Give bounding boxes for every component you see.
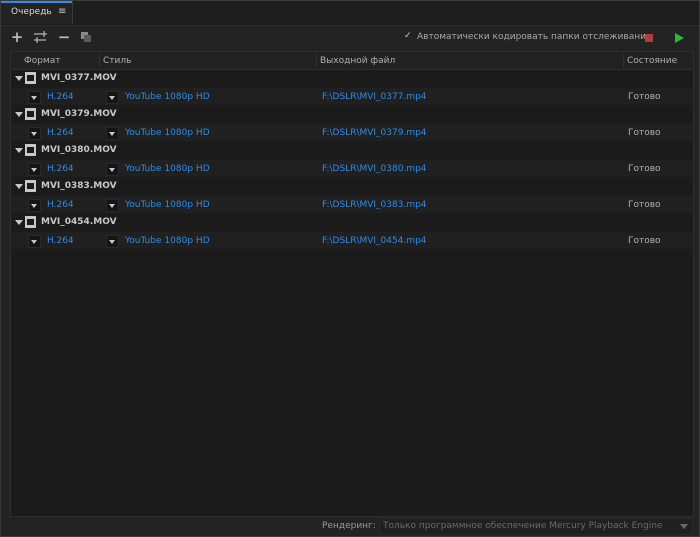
format-dropdown-icon[interactable] (28, 127, 41, 140)
video-file-icon (25, 72, 36, 84)
source-row[interactable]: MVI_0377.MOV (11, 70, 693, 87)
toolbar: + − ✓ Автоматически кодировать папки отс… (1, 26, 699, 50)
format-dropdown-icon[interactable] (28, 163, 41, 176)
output-file-link[interactable]: F:\DSLR\MVI_0383.mp4 (322, 200, 427, 210)
format-link[interactable]: H.264 (47, 164, 74, 174)
output-file-link[interactable]: F:\DSLR\MVI_0454.mp4 (322, 236, 427, 246)
queue-group: MVI_0379.MOV H.264 YouTube 1080p HD F:\D… (11, 106, 693, 142)
format-link[interactable]: H.264 (47, 236, 74, 246)
queue-header: Формат Стиль Выходной файл Состояние (11, 52, 693, 70)
source-name: MVI_0377.MOV (41, 73, 117, 83)
format-dropdown-icon[interactable] (28, 235, 41, 248)
status-text: Готово (628, 236, 661, 246)
status-text: Готово (628, 164, 661, 174)
column-divider[interactable] (623, 54, 624, 67)
auto-encode-checkbox[interactable]: ✓ (404, 31, 414, 41)
source-row[interactable]: MVI_0380.MOV (11, 142, 693, 159)
queue-group: MVI_0383.MOV H.264 YouTube 1080p HD F:\D… (11, 178, 693, 214)
status-text: Готово (628, 128, 661, 138)
output-file-link[interactable]: F:\DSLR\MVI_0379.mp4 (322, 128, 427, 138)
minus-icon[interactable]: − (57, 30, 71, 45)
status-text: Готово (628, 200, 661, 210)
column-output-header[interactable]: Выходной файл (320, 56, 395, 66)
footer-bar: Рендеринг: Только программное обеспечени… (1, 516, 699, 536)
column-divider[interactable] (316, 54, 317, 67)
auto-encode-label: Автоматически кодировать папки отслежива… (417, 32, 652, 42)
output-file-link[interactable]: F:\DSLR\MVI_0380.mp4 (322, 164, 427, 174)
video-file-icon (25, 108, 36, 120)
expand-triangle-icon[interactable] (15, 220, 23, 225)
preset-dropdown-icon[interactable] (106, 235, 119, 248)
plus-icon[interactable]: + (10, 30, 24, 45)
column-divider[interactable] (99, 54, 100, 67)
preset-dropdown-icon[interactable] (106, 127, 119, 140)
format-dropdown-icon[interactable] (28, 199, 41, 212)
source-name: MVI_0383.MOV (41, 181, 117, 191)
format-link[interactable]: H.264 (47, 92, 74, 102)
format-dropdown-icon[interactable] (28, 91, 41, 104)
tab-queue-label: Очередь (11, 7, 52, 17)
source-name: MVI_0454.MOV (41, 217, 117, 227)
expand-triangle-icon[interactable] (15, 148, 23, 153)
queue-group: MVI_0380.MOV H.264 YouTube 1080p HD F:\D… (11, 142, 693, 178)
renderer-select[interactable]: Только программное обеспечение Mercury P… (379, 518, 693, 535)
preset-dropdown-icon[interactable] (106, 199, 119, 212)
chevron-down-icon (680, 524, 688, 529)
start-queue-button[interactable] (675, 33, 684, 43)
add-source-icon[interactable] (33, 30, 47, 44)
renderer-value: Только программное обеспечение Mercury P… (383, 521, 663, 531)
renderer-label: Рендеринг: (322, 521, 376, 531)
format-link[interactable]: H.264 (47, 200, 74, 210)
tab-bar: Очередь ≡ (1, 1, 699, 26)
source-name: MVI_0379.MOV (41, 109, 117, 119)
video-file-icon (25, 144, 36, 156)
queue-window: Очередь ≡ + − ✓ Автоматически кодировать… (0, 0, 700, 537)
queue-group: MVI_0454.MOV H.264 YouTube 1080p HD F:\D… (11, 214, 693, 250)
source-row[interactable]: MVI_0454.MOV (11, 214, 693, 231)
source-row[interactable]: MVI_0383.MOV (11, 178, 693, 195)
preset-dropdown-icon[interactable] (106, 163, 119, 176)
preset-link[interactable]: YouTube 1080p HD (125, 200, 210, 210)
expand-triangle-icon[interactable] (15, 112, 23, 117)
expand-triangle-icon[interactable] (15, 76, 23, 81)
encode-item-row[interactable]: H.264 YouTube 1080p HD F:\DSLR\MVI_0379.… (11, 124, 693, 141)
format-link[interactable]: H.264 (47, 128, 74, 138)
column-preset-header[interactable]: Стиль (103, 56, 131, 66)
stop-queue-button[interactable] (645, 34, 653, 42)
queue-group: MVI_0377.MOV H.264 YouTube 1080p HD F:\D… (11, 70, 693, 106)
queue-list: Формат Стиль Выходной файл Состояние MVI… (10, 51, 694, 517)
preset-link[interactable]: YouTube 1080p HD (125, 92, 210, 102)
duplicate-icon[interactable] (79, 30, 93, 44)
column-status-header[interactable]: Состояние (627, 56, 677, 66)
encode-item-row[interactable]: H.264 YouTube 1080p HD F:\DSLR\MVI_0380.… (11, 160, 693, 177)
preset-link[interactable]: YouTube 1080p HD (125, 236, 210, 246)
output-file-link[interactable]: F:\DSLR\MVI_0377.mp4 (322, 92, 427, 102)
video-file-icon (25, 216, 36, 228)
encode-item-row[interactable]: H.264 YouTube 1080p HD F:\DSLR\MVI_0383.… (11, 196, 693, 213)
preset-link[interactable]: YouTube 1080p HD (125, 164, 210, 174)
video-file-icon (25, 180, 36, 192)
preset-link[interactable]: YouTube 1080p HD (125, 128, 210, 138)
source-row[interactable]: MVI_0379.MOV (11, 106, 693, 123)
status-text: Готово (628, 92, 661, 102)
encode-item-row[interactable]: H.264 YouTube 1080p HD F:\DSLR\MVI_0377.… (11, 88, 693, 105)
tab-active-indicator (1, 1, 72, 3)
preset-dropdown-icon[interactable] (106, 91, 119, 104)
expand-triangle-icon[interactable] (15, 184, 23, 189)
encode-item-row[interactable]: H.264 YouTube 1080p HD F:\DSLR\MVI_0454.… (11, 232, 693, 249)
tab-queue[interactable]: Очередь ≡ (1, 1, 73, 24)
column-format-header[interactable]: Формат (24, 56, 61, 66)
source-name: MVI_0380.MOV (41, 145, 117, 155)
panel-menu-icon[interactable]: ≡ (58, 6, 66, 17)
